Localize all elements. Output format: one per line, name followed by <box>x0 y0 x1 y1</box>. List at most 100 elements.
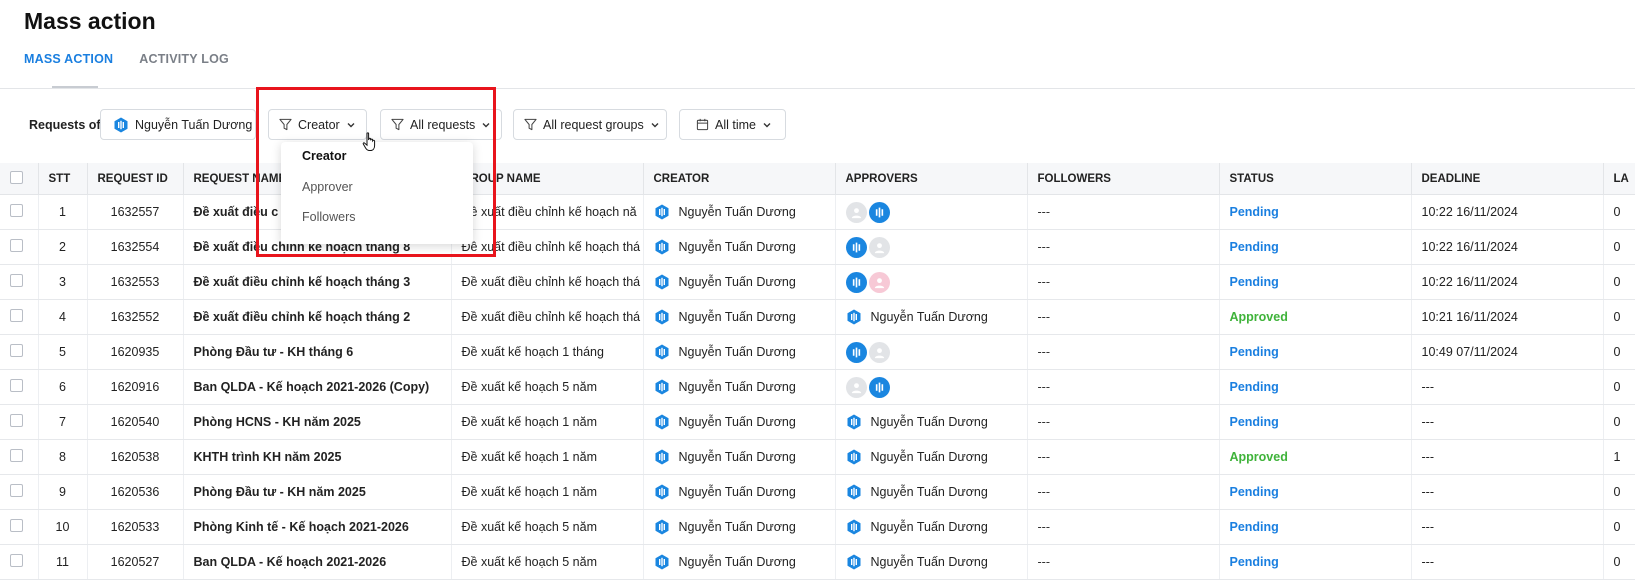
cell-status: Approved <box>1219 299 1412 335</box>
cell-request-name[interactable]: Ban QLDA - Kế hoạch 2021-2026 (Copy) <box>183 369 452 405</box>
table-row[interactable]: 8 1620538 KHTH trình KH năm 2025 Đề xuất kế… <box>0 439 1635 475</box>
row-checkbox[interactable] <box>10 309 23 322</box>
row-select-cell <box>0 544 39 580</box>
avatar[interactable] <box>868 271 890 293</box>
column-header-request-id[interactable]: REQUEST ID <box>87 163 184 195</box>
cell-approvers: Nguyễn Tuấn Dương <box>835 474 1028 510</box>
creator-person: Nguyễn Tuấn Dương <box>654 554 825 570</box>
cell-stt: 7 <box>38 404 88 440</box>
cell-followers: --- <box>1027 229 1220 265</box>
row-checkbox[interactable] <box>10 449 23 462</box>
avatar[interactable] <box>845 201 867 223</box>
column-header-followers[interactable]: FOLLOWERS <box>1027 163 1220 195</box>
table-row[interactable]: 5 1620935 Phòng Đầu tư - KH tháng 6 Đề xuất… <box>0 334 1635 370</box>
cell-creator: Nguyễn Tuấn Dương <box>643 509 836 545</box>
row-checkbox[interactable] <box>10 274 23 287</box>
cell-status: Pending <box>1219 334 1412 370</box>
cell-request-id: 1632552 <box>87 299 184 335</box>
cell-request-name[interactable]: Phòng HCNS - KH năm 2025 <box>183 404 452 440</box>
approver-avatars <box>845 341 1017 363</box>
column-header-deadline[interactable]: DEADLINE <box>1411 163 1604 195</box>
column-header-status[interactable]: STATUS <box>1219 163 1412 195</box>
avatar[interactable] <box>845 271 867 293</box>
row-select-cell <box>0 439 39 475</box>
all-time-filter-button[interactable]: All time <box>679 109 786 140</box>
tab-activity-log[interactable]: ACTIVITY LOG <box>139 52 229 66</box>
cell-approvers: Nguyễn Tuấn Dương <box>835 404 1028 440</box>
table-row[interactable]: 9 1620536 Phòng Đầu tư - KH năm 2025 Đề xuấ… <box>0 474 1635 510</box>
table-row[interactable]: 2 1632554 Đề xuất điều chỉnh kế hoạch thán… <box>0 229 1635 265</box>
creator-filter-button[interactable]: Creator <box>268 109 367 140</box>
dropdown-item-approver[interactable]: Approver <box>302 180 353 194</box>
select-all-checkbox[interactable] <box>10 170 23 184</box>
column-header-group-name[interactable]: GROUP NAME <box>451 163 644 195</box>
row-select-cell <box>0 194 39 230</box>
table-row[interactable]: 3 1632553 Đề xuất điều chỉnh kế hoạch thán… <box>0 264 1635 300</box>
table-body: 1 1632557 Đề xuất điều c Đề xuất điều chỉnh… <box>0 194 1635 580</box>
cell-request-id: 1632554 <box>87 229 184 265</box>
row-checkbox[interactable] <box>10 239 23 252</box>
cell-request-name[interactable]: Ban QLDA - Kế hoạch 2021-2026 <box>183 544 452 580</box>
creator-name: Nguyễn Tuấn Dương <box>678 310 796 324</box>
cell-request-id: 1620916 <box>87 369 184 405</box>
all-requests-filter-button[interactable]: All requests <box>380 109 502 140</box>
cell-request-name[interactable]: Phòng Đầu tư - KH tháng 6 <box>183 334 452 370</box>
filter-icon <box>524 118 537 131</box>
row-checkbox[interactable] <box>10 379 23 392</box>
creator-name: Nguyễn Tuấn Dương <box>678 380 796 394</box>
cell-request-name[interactable]: Phòng Kinh tế - Kế hoạch 2021-2026 <box>183 509 452 545</box>
approver-name: Nguyễn Tuấn Dương <box>870 520 988 534</box>
avatar[interactable] <box>845 236 867 258</box>
cell-request-id: 1620538 <box>87 439 184 475</box>
column-header-last[interactable]: LA <box>1603 163 1635 195</box>
approver-person: Nguyễn Tuấn Dương <box>846 519 1017 535</box>
cell-creator: Nguyễn Tuấn Dương <box>643 544 836 580</box>
creator-filter-label: Creator <box>298 117 340 132</box>
table-row[interactable]: 1 1632557 Đề xuất điều c Đề xuất điều chỉnh… <box>0 194 1635 230</box>
cell-request-id: 1632557 <box>87 194 184 230</box>
avatar[interactable] <box>868 236 890 258</box>
avatar[interactable] <box>845 341 867 363</box>
row-checkbox[interactable] <box>10 204 23 217</box>
dropdown-item-followers[interactable]: Followers <box>302 210 356 224</box>
company-logo-icon <box>847 449 860 465</box>
dropdown-item-creator[interactable]: Creator <box>302 149 346 163</box>
cell-followers: --- <box>1027 264 1220 300</box>
cell-request-name[interactable]: Đề xuất điều chỉnh kế hoạch tháng 2 <box>183 299 452 335</box>
row-checkbox[interactable] <box>10 344 23 357</box>
table-row[interactable]: 11 1620527 Ban QLDA - Kế hoạch 2021-2026 Đề… <box>0 544 1635 580</box>
cell-creator: Nguyễn Tuấn Dương <box>643 404 836 440</box>
cell-request-name[interactable]: Phòng Đầu tư - KH năm 2025 <box>183 474 452 510</box>
table-row[interactable]: 7 1620540 Phòng HCNS - KH năm 2025 Đề xuất … <box>0 404 1635 440</box>
row-checkbox[interactable] <box>10 554 23 567</box>
avatar[interactable] <box>868 201 890 223</box>
cell-request-name[interactable]: Đề xuất điều chỉnh kế hoạch tháng 3 <box>183 264 452 300</box>
cell-last: 0 <box>1603 229 1635 265</box>
avatar[interactable] <box>868 376 890 398</box>
cell-followers: --- <box>1027 544 1220 580</box>
avatar[interactable] <box>868 341 890 363</box>
cell-request-name[interactable]: KHTH trình KH năm 2025 <box>183 439 452 475</box>
creator-person: Nguyễn Tuấn Dương <box>654 204 825 220</box>
cell-group-name: Đề xuất kế hoạch 1 tháng <box>451 334 644 370</box>
approver-avatars <box>845 271 1017 293</box>
user-selector[interactable]: Nguyễn Tuấn Dương <box>100 109 256 140</box>
table-row[interactable]: 6 1620916 Ban QLDA - Kế hoạch 2021-2026 (C… <box>0 369 1635 405</box>
table-row[interactable]: 10 1620533 Phòng Kinh tế - Kế hoạch 2021-2… <box>0 509 1635 545</box>
tab-bar: MASS ACTION ACTIVITY LOG <box>24 52 229 66</box>
cell-stt: 9 <box>38 474 88 510</box>
table-row[interactable]: 4 1632552 Đề xuất điều chỉnh kế hoạch thán… <box>0 299 1635 335</box>
column-header-approvers[interactable]: APPROVERS <box>835 163 1028 195</box>
row-checkbox[interactable] <box>10 484 23 497</box>
approver-person: Nguyễn Tuấn Dương <box>846 414 1017 430</box>
column-header-stt[interactable]: STT <box>38 163 88 195</box>
company-logo-icon <box>655 379 668 395</box>
creator-person: Nguyễn Tuấn Dương <box>654 379 825 395</box>
cell-creator: Nguyễn Tuấn Dương <box>643 194 836 230</box>
avatar[interactable] <box>845 376 867 398</box>
all-request-groups-filter-button[interactable]: All request groups <box>513 109 667 140</box>
tab-mass-action[interactable]: MASS ACTION <box>24 52 113 66</box>
column-header-creator[interactable]: CREATOR <box>643 163 836 195</box>
row-checkbox[interactable] <box>10 414 23 427</box>
row-checkbox[interactable] <box>10 519 23 532</box>
